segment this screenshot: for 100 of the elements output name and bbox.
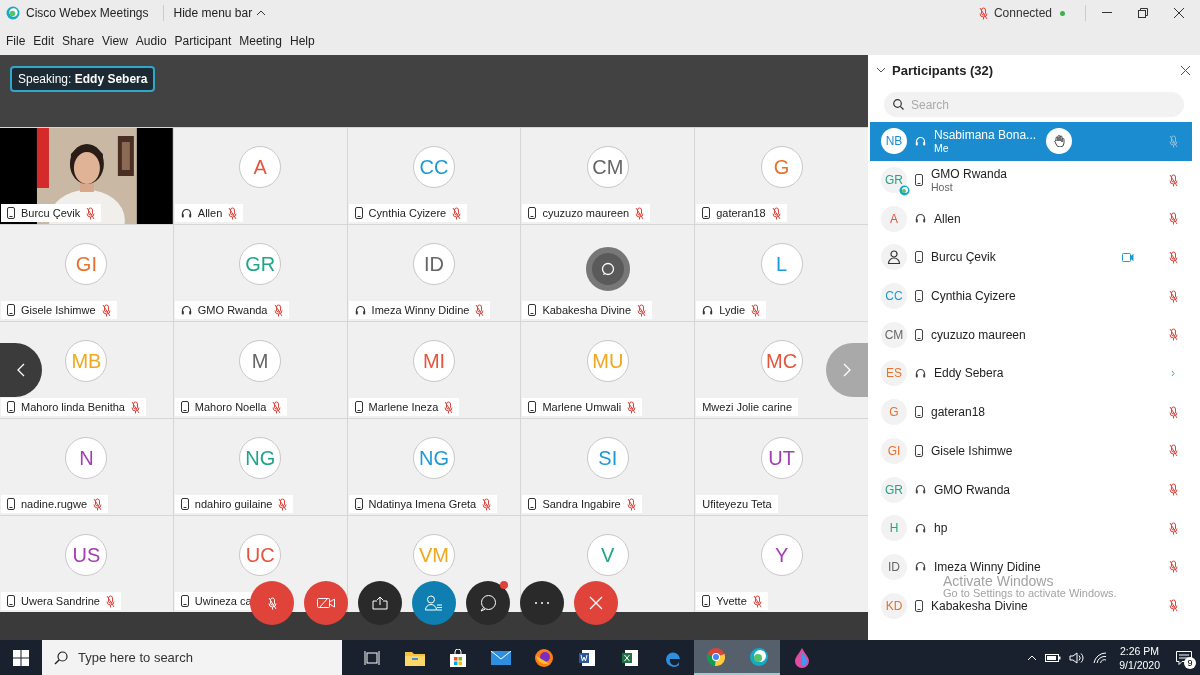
participant-name: Marlene Ineza	[368, 401, 439, 413]
avatar: US	[65, 534, 108, 576]
headset-icon	[915, 522, 926, 534]
folder-icon	[404, 649, 425, 666]
panel-title: Participants (32)	[892, 62, 995, 78]
chevron-up-icon[interactable]	[1027, 654, 1038, 661]
phone-icon	[180, 595, 189, 607]
person-icon	[887, 250, 901, 265]
avatar: MB	[65, 340, 108, 382]
participant-role: Me	[934, 142, 950, 155]
menu-item[interactable]: Participant	[170, 33, 236, 48]
menu-item[interactable]: Audio	[131, 33, 171, 48]
battery-icon[interactable]	[1045, 652, 1062, 663]
initials: G	[889, 405, 899, 420]
chat-bubble-icon	[600, 262, 615, 276]
menu-item[interactable]: Help	[285, 33, 319, 48]
participant-name: Gisele Ishimwe	[21, 304, 96, 316]
avatar: CC	[413, 146, 455, 188]
chevron-down-icon	[876, 65, 886, 75]
speaker-icon[interactable]	[1069, 651, 1086, 664]
logo-icon	[6, 6, 20, 20]
initials: H	[889, 521, 899, 536]
participant-name: gateran18	[716, 207, 766, 219]
phone-icon	[528, 304, 537, 316]
clock[interactable]: 2:26 PM 9/1/2020	[1119, 643, 1160, 672]
headset-icon	[915, 135, 926, 147]
phone-icon	[354, 207, 363, 219]
speaking-indicator: Speaking: Eddy Sebera	[10, 66, 156, 92]
phone-icon	[915, 406, 923, 419]
windows-logo-icon	[13, 649, 29, 666]
initials: GR	[885, 173, 903, 188]
headset-icon	[915, 484, 926, 496]
camera-off-icon	[317, 597, 335, 609]
phone-icon	[7, 401, 15, 413]
message-icon	[1176, 650, 1192, 665]
notifications-button[interactable]: 9	[1176, 650, 1192, 665]
status-dot	[1060, 10, 1065, 16]
menu-item[interactable]: File	[2, 33, 30, 48]
minimize-icon	[1102, 12, 1112, 14]
initials: CC	[885, 289, 903, 304]
avatar: A	[239, 146, 282, 188]
phone-icon	[528, 498, 537, 510]
search-field[interactable]: Search	[884, 92, 1184, 117]
initials: A	[890, 211, 898, 226]
participant-name: Sandra Ingabire	[542, 498, 621, 510]
chat-overlay[interactable]	[585, 247, 630, 291]
phone-icon	[915, 174, 923, 187]
close-icon	[589, 596, 603, 610]
collapse-button[interactable]	[876, 65, 886, 75]
avatar: Y	[760, 534, 803, 576]
phone-icon	[7, 207, 15, 219]
envelope-icon	[490, 650, 511, 665]
menu-item[interactable]: Share	[58, 33, 99, 48]
search-icon	[893, 99, 904, 110]
wifi-icon[interactable]	[1093, 651, 1108, 664]
phone-icon	[180, 498, 189, 510]
headset-icon	[180, 304, 192, 316]
participant-name: Imeza Winny Didine	[934, 559, 1042, 574]
participant-name: GMO Rwanda	[934, 482, 1012, 497]
phone-icon	[915, 444, 923, 457]
chevron-left-icon	[17, 363, 25, 377]
menu-item[interactable]: View	[98, 33, 132, 48]
initials: NB	[885, 134, 903, 149]
document-app-icon	[577, 648, 596, 667]
participant-name: ndahiro guilaine	[194, 498, 273, 510]
menu-item[interactable]: Edit	[29, 33, 59, 48]
phone-icon	[528, 401, 537, 413]
restore-icon	[1138, 8, 1148, 18]
fox-globe-icon	[533, 647, 554, 668]
hide-menu-button[interactable]: Hide menu bar	[169, 6, 271, 20]
taskbar-app-button[interactable]	[737, 640, 780, 675]
avatar: MI	[413, 340, 455, 382]
participant-name: Mwezi Jolie carine	[702, 401, 793, 413]
spreadsheet-app-icon	[620, 648, 639, 667]
date: 9/1/2020	[1119, 657, 1160, 672]
phone-icon	[915, 328, 923, 341]
mic-off-icon	[267, 596, 277, 610]
avatar: MU	[586, 340, 629, 382]
avatar: CM	[586, 146, 629, 188]
avatar: GR	[239, 243, 282, 285]
taskbar-search-field[interactable]: Type here to search	[42, 640, 342, 675]
phone-icon	[702, 207, 711, 219]
headset-icon	[915, 561, 926, 573]
menu-item[interactable]: Meeting	[235, 33, 286, 48]
participant-name: Burcu Çevik	[21, 207, 81, 219]
participant-row[interactable]: NB Nsabimana Bona... Me	[870, 122, 1192, 161]
close-button[interactable]	[1181, 65, 1190, 75]
headset-icon	[915, 367, 926, 379]
avatar: N	[65, 437, 108, 479]
avatar: VM	[413, 534, 455, 576]
avatar: M	[239, 340, 282, 382]
initials: CM	[884, 327, 904, 342]
participant-name: Burcu Çevik	[931, 250, 997, 265]
phone-icon	[528, 207, 537, 219]
participant-name: Mahoro linda Benitha	[21, 401, 125, 413]
participant-name: Eddy Sebera	[934, 366, 1005, 381]
initials: GI	[887, 443, 901, 458]
avatar: UT	[760, 437, 803, 479]
participant-name: Allen	[197, 207, 223, 219]
initials: KD	[885, 598, 903, 613]
